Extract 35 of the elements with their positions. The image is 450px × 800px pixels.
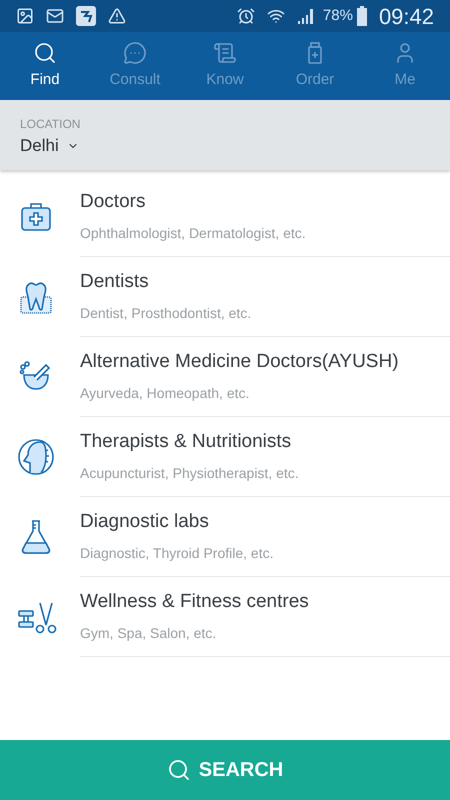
category-item[interactable]: Dentists Dentist, Prosthodontist, etc.	[0, 257, 450, 337]
app-icon	[76, 6, 96, 26]
location-label: LOCATION	[20, 118, 82, 130]
image-icon	[16, 7, 34, 25]
category-title: Therapists & Nutritionists	[80, 430, 292, 454]
battery-percent: 78%	[322, 6, 353, 26]
alarm-icon	[236, 7, 255, 25]
category-subtitle: Dentist, Prosthodontist, etc.	[80, 304, 252, 323]
category-item[interactable]: Diagnostic labs Diagnostic, Thyroid Profile, etc.	[0, 497, 450, 577]
category-title: Diagnostic labs	[80, 510, 210, 534]
category-title: Alternative Medicine Doctors(AYUSH)	[80, 350, 400, 374]
wifi-icon	[266, 7, 285, 25]
document-icon	[213, 40, 237, 65]
search-icon	[166, 758, 191, 782]
nav-tab[interactable]: Find	[0, 32, 90, 100]
category-subtitle: Diagnostic, Thyroid Profile, etc.	[80, 544, 274, 563]
category-item[interactable]: Wellness & Fitness centres Gym, Spa, Salon, etc.	[0, 577, 450, 657]
category-subtitle: Ophthalmologist, Dermatologist, etc.	[80, 224, 307, 243]
category-subtitle: Gym, Spa, Salon, etc.	[80, 624, 218, 643]
category-item[interactable]: Alternative Medicine Doctors(AYUSH) Ayurveda, Homeopath, etc.	[0, 337, 450, 417]
clock-time: 09:42	[378, 2, 434, 30]
search-icon	[33, 40, 57, 65]
battery-icon	[356, 6, 367, 26]
category-title: Dentists	[80, 270, 150, 294]
category-title: Wellness & Fitness centres	[80, 590, 310, 614]
category-subtitle: Acupuncturist, Physiotherapist, etc.	[80, 464, 300, 483]
category-item[interactable]: Therapists & Nutritionists Acupuncturist, Physiotherapist, etc.	[0, 417, 450, 497]
location-dropdown[interactable]: Delhi	[20, 133, 79, 158]
warning-icon	[108, 7, 126, 25]
chat-bubble-icon	[123, 40, 147, 65]
signal-icon	[296, 7, 315, 25]
category-subtitle: Ayurveda, Homeopath, etc.	[80, 384, 250, 403]
category-item[interactable]: Doctors Ophthalmologist, Dermatologist, etc.	[0, 177, 450, 257]
mail-icon	[46, 7, 64, 25]
category-title: Doctors	[80, 190, 146, 214]
